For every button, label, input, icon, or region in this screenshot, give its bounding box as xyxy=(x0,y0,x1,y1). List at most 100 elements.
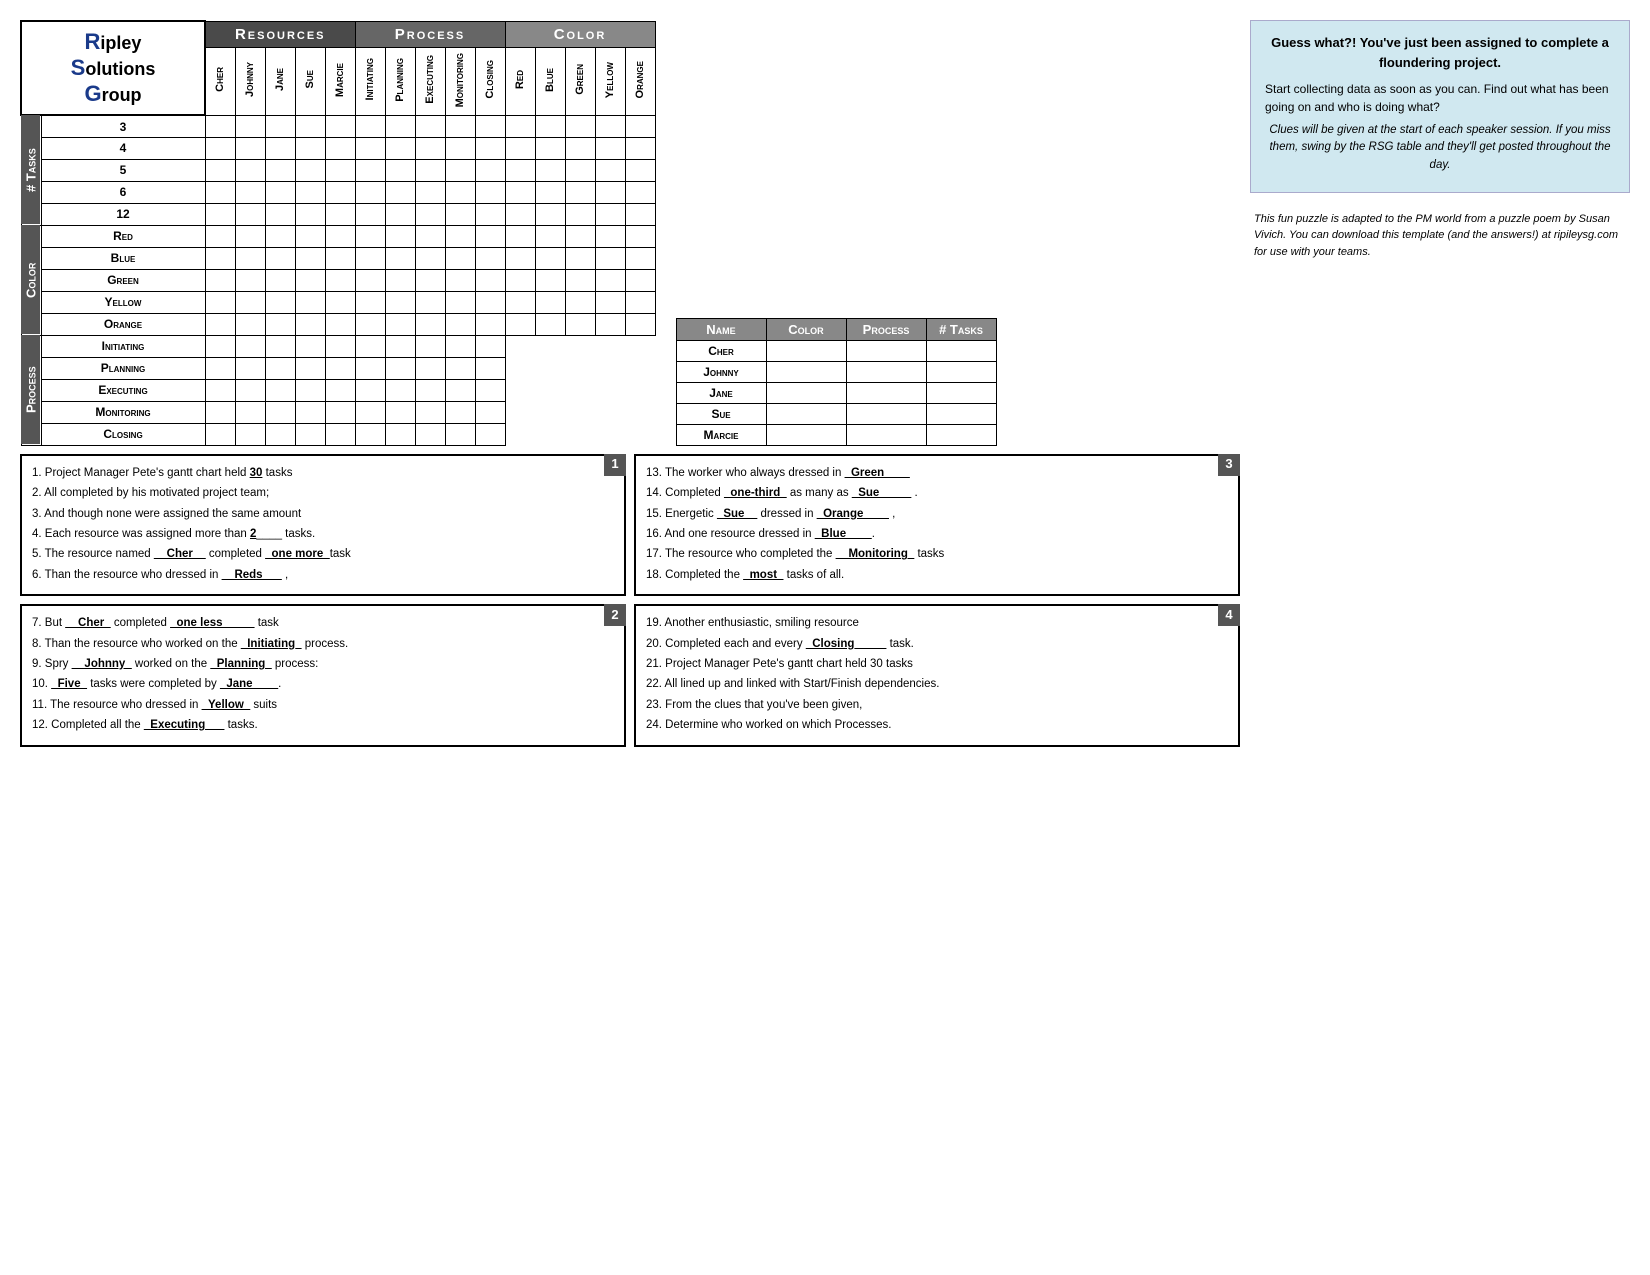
cell-t4-clos xyxy=(475,137,505,159)
cell-t4-mon xyxy=(445,137,475,159)
cell-t3-clos xyxy=(475,115,505,137)
col-marcie: Marcie xyxy=(325,47,355,115)
proc-row-clos: Closing xyxy=(41,423,205,445)
proc-row-init: Initiating xyxy=(41,335,205,357)
empty16 xyxy=(505,401,535,423)
cell-yellow-o xyxy=(625,291,655,313)
task-row-12: 12 xyxy=(41,203,205,225)
clue-2-1: 7. But __Cher_ completed _one less_____ … xyxy=(32,614,614,632)
clue-box-1: 1 1. Project Manager Pete's gantt chart … xyxy=(20,454,626,596)
cell-t6-marcie xyxy=(325,181,355,203)
cell-orange-jane xyxy=(265,313,295,335)
col-red: Red xyxy=(505,47,535,115)
grid-top-section: Ripley Solutions Group Resources xyxy=(20,20,1240,446)
clue-3-3: 15. Energetic _Sue__ dressed in _Orange_… xyxy=(646,505,1228,523)
cell-t6-jane xyxy=(265,181,295,203)
logo-line2: Solutions xyxy=(28,55,198,81)
cell-t4-sue xyxy=(295,137,325,159)
clue-box-3: 3 13. The worker who always dressed in _… xyxy=(634,454,1240,596)
cell-green-o xyxy=(625,269,655,291)
empty4 xyxy=(595,335,625,357)
logo-rest3: roup xyxy=(102,85,142,105)
cell-yellow-plan xyxy=(385,291,415,313)
cell-red-jane xyxy=(265,225,295,247)
cell-t6-sue xyxy=(295,181,325,203)
logo-area: Ripley Solutions Group xyxy=(28,29,198,107)
cell-exec-c xyxy=(475,379,505,401)
task-row-4: 4 xyxy=(41,137,205,159)
clue-4-6: 24. Determine who worked on which Proces… xyxy=(646,716,1228,734)
summary-tasks-sue xyxy=(926,403,996,424)
cell-t3-blue xyxy=(535,115,565,137)
cell-t5-plan xyxy=(385,159,415,181)
task-row-5: 5 xyxy=(41,159,205,181)
empty17 xyxy=(535,401,565,423)
cell-t5-blue xyxy=(535,159,565,181)
clue-row-top: 1 1. Project Manager Pete's gantt chart … xyxy=(20,454,1240,596)
cell-orange-cher xyxy=(205,313,235,335)
cell-yellow-jane xyxy=(265,291,295,313)
color-row-orange: Orange xyxy=(41,313,205,335)
cell-green-sue xyxy=(295,269,325,291)
summary-header-color: Color xyxy=(766,318,846,340)
cell-t3-plan xyxy=(385,115,415,137)
color-section-label: Color xyxy=(21,225,41,335)
cell-t6-clos xyxy=(475,181,505,203)
cell-green-plan xyxy=(385,269,415,291)
col-jane: Jane xyxy=(265,47,295,115)
empty15 xyxy=(625,379,655,401)
summary-header-process: Process xyxy=(846,318,926,340)
cell-t5-cher xyxy=(205,159,235,181)
header-resources: Resources xyxy=(205,21,355,47)
cell-t12-sue xyxy=(295,203,325,225)
cell-t5-mon xyxy=(445,159,475,181)
cell-init-c xyxy=(475,335,505,357)
cell-plan-jane xyxy=(265,357,295,379)
cell-t4-orange xyxy=(625,137,655,159)
box-number-2: 2 xyxy=(604,604,626,626)
cell-t6-init xyxy=(355,181,385,203)
cell-blue-exec xyxy=(415,247,445,269)
col-green: Green xyxy=(565,47,595,115)
cell-exec-johnny xyxy=(235,379,265,401)
cell-blue-johnny xyxy=(235,247,265,269)
cell-t3-red xyxy=(505,115,535,137)
color-row-blue: Blue xyxy=(41,247,205,269)
cell-plan-johnny xyxy=(235,357,265,379)
col-cher-label: Cher xyxy=(212,63,228,96)
col-yellow: Yellow xyxy=(595,47,625,115)
cell-mon-p xyxy=(385,401,415,423)
empty9 xyxy=(595,357,625,379)
cell-green-y xyxy=(595,269,625,291)
summary-color-cher xyxy=(766,340,846,361)
cell-orange-sue xyxy=(295,313,325,335)
cell-t4-jane xyxy=(265,137,295,159)
cell-green-mon xyxy=(445,269,475,291)
summary-color-marcie xyxy=(766,424,846,445)
cell-t12-clos xyxy=(475,203,505,225)
summary-process-jane xyxy=(846,382,926,403)
cell-blue-mon xyxy=(445,247,475,269)
cell-exec-i xyxy=(355,379,385,401)
cell-t5-exec xyxy=(415,159,445,181)
clue-1-2: 2. All completed by his motivated projec… xyxy=(32,484,614,502)
cell-green-r xyxy=(505,269,535,291)
cell-t12-johnny xyxy=(235,203,265,225)
cell-blue-clos xyxy=(475,247,505,269)
cell-yellow-b xyxy=(535,291,565,313)
cell-init-johnny xyxy=(235,335,265,357)
header-process: Process xyxy=(355,21,505,47)
empty5 xyxy=(625,335,655,357)
empty22 xyxy=(535,423,565,445)
cell-orange-mon xyxy=(445,313,475,335)
cell-plan-m xyxy=(445,357,475,379)
cell-exec-p xyxy=(385,379,415,401)
summary-color-sue xyxy=(766,403,846,424)
col-blue-label: Blue xyxy=(542,64,558,96)
cell-t12-plan xyxy=(385,203,415,225)
cell-red-johnny xyxy=(235,225,265,247)
cell-t4-johnny xyxy=(235,137,265,159)
color-row-yellow: Yellow xyxy=(41,291,205,313)
cell-plan-sue xyxy=(295,357,325,379)
cell-t6-exec xyxy=(415,181,445,203)
